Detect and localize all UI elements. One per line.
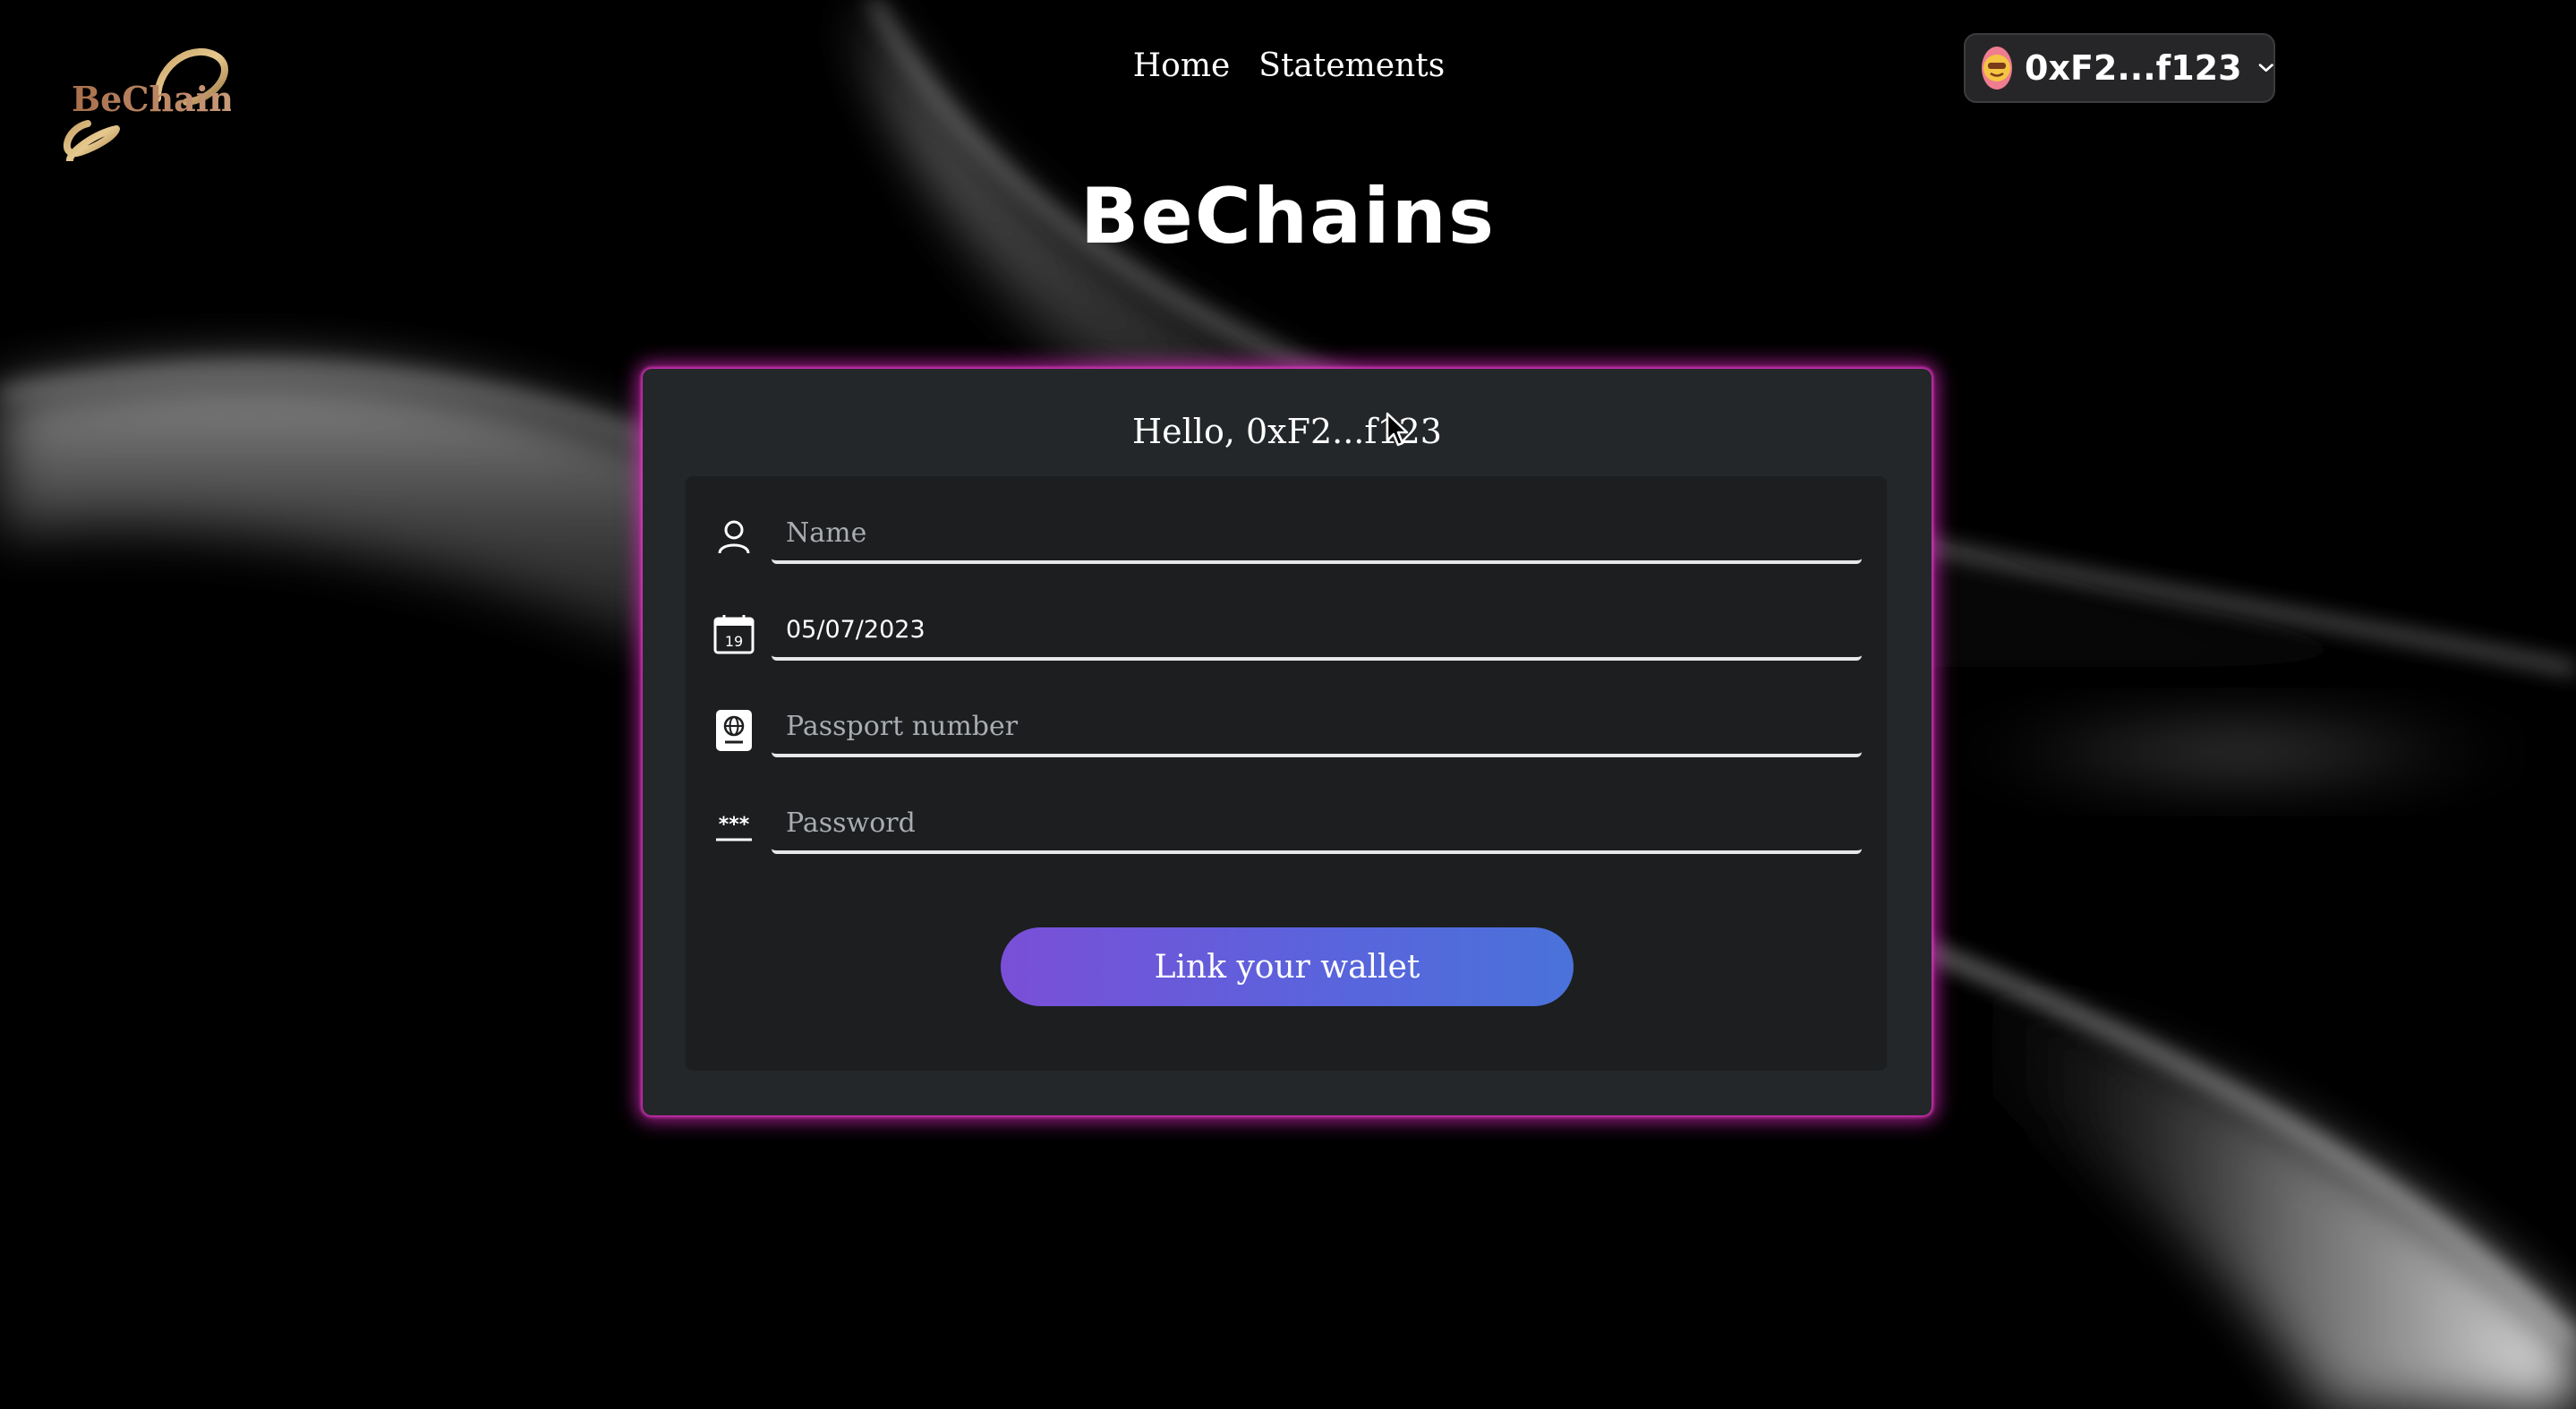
mouse-cursor-icon [1386, 412, 1409, 447]
passport-icon [712, 709, 755, 752]
date-row: 19 [686, 585, 1887, 675]
face-emoji-icon [1982, 47, 2012, 90]
wallet-button[interactable]: 0xF2...f123 [1964, 33, 2275, 103]
name-row [686, 489, 1887, 578]
calendar-day-text: 19 [725, 633, 743, 650]
nav-home[interactable]: Home [1133, 43, 1231, 90]
name-input[interactable] [772, 505, 1862, 564]
chevron-down-icon [2258, 64, 2273, 73]
page-title: BeChains [1079, 172, 1497, 261]
user-icon [712, 516, 755, 559]
greeting: Hello, 0xF2...f123 [1132, 412, 1442, 451]
passport-input[interactable] [772, 698, 1862, 757]
password-asterisks: *** [719, 814, 750, 836]
nav-statements[interactable]: Statements [1258, 43, 1445, 90]
bechain-logo[interactable]: BeChain [61, 47, 231, 161]
password-input[interactable] [772, 795, 1862, 854]
calendar-icon: 19 [712, 612, 755, 655]
wallet-link-card: Hello, 0xF2...f123 Name 19 05/07/2023 Pa… [643, 369, 1932, 1115]
link-wallet-button[interactable]: Link your wallet [1001, 927, 1574, 1006]
logo-text: BeChain [72, 79, 231, 119]
form-panel: 19 [686, 476, 1887, 1071]
passport-row [686, 682, 1887, 772]
password-icon: *** [712, 806, 755, 849]
page: BeChain Home Statements 0xF2...f123 BeCh… [0, 0, 2576, 1409]
password-row: *** [686, 779, 1887, 868]
chain-logo-icon: BeChain [63, 48, 231, 161]
wallet-address: 0xF2...f123 [2025, 48, 2242, 88]
top-nav: Home Statements [1119, 43, 1459, 90]
date-input[interactable] [772, 602, 1862, 661]
